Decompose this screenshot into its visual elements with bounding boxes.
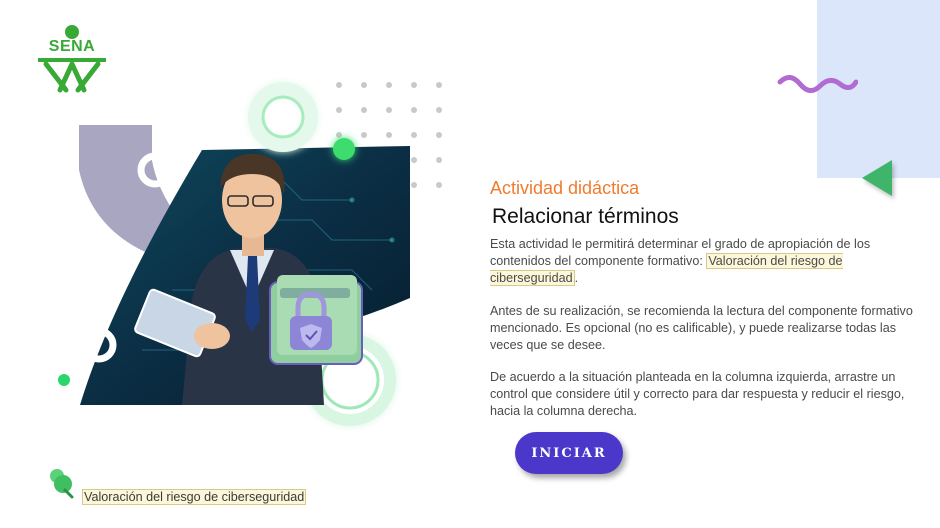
recommendation-paragraph: Antes de su realización, se recomienda l…: [490, 304, 913, 352]
squiggle-decoration-icon: [777, 75, 858, 93]
instructions-paragraph: De acuerdo a la situación planteada en l…: [490, 370, 905, 418]
intro-paragraph: Esta actividad le permitirá determinar e…: [490, 236, 918, 286]
activity-title: Relacionar términos: [492, 205, 679, 228]
intro-text-end: .: [574, 270, 579, 285]
component-name-label: Valoración del riesgo de ciberseguridad: [82, 489, 307, 505]
start-button[interactable]: INICIAR: [515, 432, 623, 474]
activity-eyebrow: Actividad didáctica: [490, 178, 640, 198]
sena-logo-text: SENA: [48, 38, 96, 55]
pin-icon: [50, 469, 74, 499]
triangle-decoration-icon: [862, 160, 892, 196]
cybersecurity-illustration: [58, 82, 410, 426]
